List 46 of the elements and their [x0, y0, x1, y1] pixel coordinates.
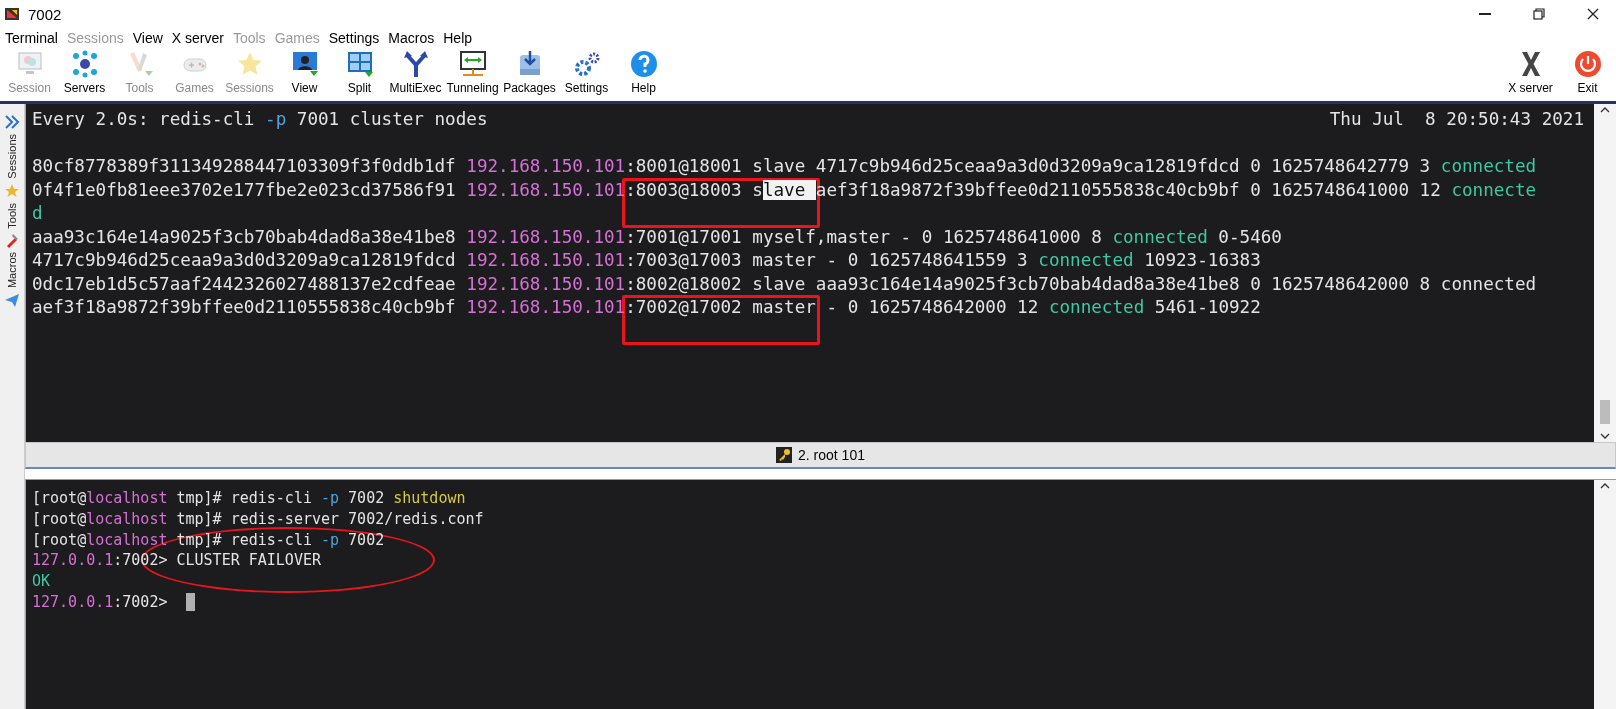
- terminal-line: OK: [32, 571, 51, 592]
- terminal-line: [root@localhost tmp]# redis-cli -p 7002 shutdown: [32, 488, 466, 509]
- minimize-icon: [1479, 13, 1491, 15]
- close-icon: [1585, 6, 1601, 22]
- menu-item[interactable]: Macros: [385, 29, 441, 46]
- text-cursor: [185, 593, 195, 611]
- toolbar-button[interactable]: Packages: [501, 47, 558, 96]
- menu-item[interactable]: Settings: [325, 29, 386, 46]
- terminal-line: 127.0.0.1:7002>: [32, 592, 195, 613]
- toolbar-button[interactable]: MultiExec: [387, 47, 444, 96]
- terminal-line: [root@localhost tmp]# redis-cli -p 7002: [32, 529, 385, 551]
- toolbar-button[interactable]: Tunneling: [444, 47, 501, 96]
- session-tab-label[interactable]: 2. root 101: [798, 447, 865, 463]
- toolbar-button[interactable]: Help: [615, 47, 672, 96]
- toolbar-button[interactable]: Settings: [558, 47, 615, 96]
- menu-item[interactable]: View: [129, 29, 169, 46]
- scrollbar-thumb[interactable]: [1600, 400, 1610, 424]
- restore-icon: [1531, 6, 1547, 22]
- terminal-line: d: [32, 202, 43, 225]
- toolbar-button[interactable]: Split: [332, 47, 387, 96]
- side-tab[interactable]: Sessions: [6, 134, 18, 179]
- tunnel-monitor-icon: [457, 49, 488, 79]
- toolbar-button[interactable]: View: [277, 47, 332, 96]
- toolbar-button[interactable]: X server: [1502, 47, 1559, 96]
- terminal-line: 80cf8778389f311349288447103309f3f0ddb1df 192.168.150.101:8001@18001 slave 4717c9b946d25ceaa9a3d0d3209a9ca12819fdcd 0 1625748642779 3 connected: [32, 155, 1537, 178]
- toolbar-button[interactable]: Exit: [1559, 47, 1616, 96]
- double-chevron-icon: [4, 114, 20, 130]
- terminal-line: aaa93c164e14a9025f3cb70bab4dad8a38e41be8 192.168.150.101:7001@17001 myself,master - 0 1625748641000 8 connected 0-5460: [32, 225, 1282, 249]
- menu-item[interactable]: X server: [168, 29, 230, 46]
- side-tab[interactable]: Tools: [6, 202, 18, 229]
- side-tab[interactable]: Macros: [6, 252, 18, 289]
- terminal-line: 4717c9b946d25ceaa9a3d0d3209a9ca12819fdcd 192.168.150.101:7003@17003 master - 0 1625748641559 3 connected 10923-16383: [32, 249, 1261, 272]
- help-icon: [628, 49, 659, 79]
- toolbar-button[interactable]: Servers: [57, 47, 112, 96]
- terminal-line: Every 2.0s: redis-cli -p 7001 cluster nodes: [32, 108, 488, 131]
- paper-plane-icon: [4, 292, 20, 309]
- key-icon: [776, 447, 793, 463]
- power-icon: [1572, 49, 1603, 79]
- terminal-line: [root@localhost tmp]# redis-server 7002/redis.conf: [32, 508, 484, 530]
- star-icon: [4, 182, 20, 199]
- terminal-line: 0dc17eb1d5c57aaf2442326027488137e2cdfeae 192.168.150.101:8002@18002 slave aaa93c164e14a9025f3cb70bab4dad8a38e41be8 0 1625748642000 8 connected: [32, 272, 1537, 296]
- app-logo-icon: [4, 6, 20, 22]
- menu-item[interactable]: Help: [440, 29, 479, 46]
- terminal-line: Thu Jul 8 20:50:43 2021: [1329, 108, 1584, 131]
- menu-item[interactable]: Terminal: [2, 29, 64, 46]
- window-title: 7002: [28, 5, 62, 23]
